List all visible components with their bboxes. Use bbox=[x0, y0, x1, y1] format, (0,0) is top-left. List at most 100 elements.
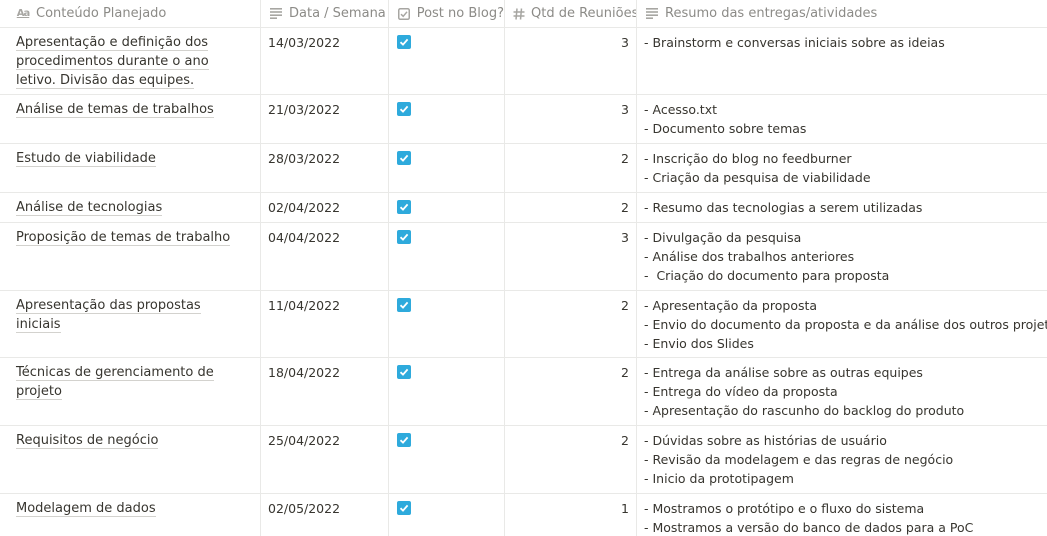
resumo-line: - Documento sobre temas bbox=[644, 121, 807, 136]
cell-data[interactable]: 11/04/2022 bbox=[260, 291, 388, 357]
cell-post-no-blog bbox=[388, 144, 504, 192]
checkbox-checked-icon[interactable] bbox=[397, 230, 411, 244]
resumo-line: - Apresentação da proposta bbox=[644, 298, 818, 313]
table-row[interactable]: Apresentação e definição dos procediment… bbox=[0, 28, 1047, 95]
cell-qtd-reunioes[interactable]: 2 bbox=[504, 358, 636, 425]
row-title-link[interactable]: Requisitos de negócio bbox=[16, 433, 159, 449]
table-row[interactable]: Técnicas de gerenciamento de projeto 18/0… bbox=[0, 358, 1047, 426]
resumo-line: - Mostramos a versão do banco de dados p… bbox=[644, 520, 974, 535]
checkbox-checked-icon[interactable] bbox=[397, 365, 411, 379]
checkbox-checked-icon[interactable] bbox=[397, 102, 411, 116]
column-header-conteudo[interactable]: Aa Conteúdo Planejado bbox=[0, 0, 260, 27]
cell-qtd-reunioes[interactable]: 2 bbox=[504, 193, 636, 222]
cell-qtd-reunioes[interactable]: 2 bbox=[504, 291, 636, 357]
cell-post-no-blog bbox=[388, 193, 504, 222]
resumo-line: - Dúvidas sobre as histórias de usuário bbox=[644, 433, 887, 448]
resumo-line: - Entrega da análise sobre as outras equ… bbox=[644, 365, 923, 380]
row-title-link[interactable]: Apresentação das propostas iniciais bbox=[16, 298, 201, 333]
text-lines-icon bbox=[645, 7, 659, 21]
resumo-line: - Entrega do vídeo da proposta bbox=[644, 384, 838, 399]
cell-conteudo[interactable]: Técnicas de gerenciamento de projeto bbox=[0, 358, 260, 425]
table-row[interactable]: Apresentação das propostas iniciais 11/04… bbox=[0, 291, 1047, 358]
column-header-label: Data / Semana bbox=[289, 6, 386, 21]
row-title-link[interactable]: Apresentação e definição dos procediment… bbox=[16, 35, 209, 89]
column-header-label: Post no Blog? bbox=[416, 6, 504, 21]
cell-qtd-reunioes[interactable]: 2 bbox=[504, 144, 636, 192]
cell-data[interactable]: 28/03/2022 bbox=[260, 144, 388, 192]
table-row[interactable]: Análise de tecnologias 02/04/2022 2 - Resum… bbox=[0, 193, 1047, 223]
row-title-link[interactable]: Proposição de temas de trabalho bbox=[16, 230, 231, 246]
cell-conteudo[interactable]: Análise de temas de trabalhos bbox=[0, 95, 260, 143]
cell-resumo[interactable]: - Divulgação da pesquisa - Análise dos tr… bbox=[636, 223, 1047, 290]
column-header-blog[interactable]: Post no Blog? bbox=[388, 0, 504, 27]
cell-data[interactable]: 18/04/2022 bbox=[260, 358, 388, 425]
resumo-line: - Resumo das tecnologias a serem utiliza… bbox=[644, 200, 923, 215]
cell-data[interactable]: 02/05/2022 bbox=[260, 494, 388, 536]
database-table: Aa Conteúdo Planejado Data / Semana Post… bbox=[0, 0, 1047, 536]
cell-post-no-blog bbox=[388, 28, 504, 94]
checkbox-checked-icon[interactable] bbox=[397, 35, 411, 49]
row-title-link[interactable]: Análise de tecnologias bbox=[16, 200, 163, 216]
checkbox-checked-icon[interactable] bbox=[397, 200, 411, 214]
table-row[interactable]: Requisitos de negócio 25/04/2022 2- Dúvida… bbox=[0, 426, 1047, 494]
cell-qtd-reunioes[interactable]: 1 bbox=[504, 494, 636, 536]
cell-conteudo[interactable]: Estudo de viabilidade bbox=[0, 144, 260, 192]
cell-qtd-reunioes[interactable]: 3 bbox=[504, 28, 636, 94]
checkbox-checked-icon[interactable] bbox=[397, 151, 411, 165]
resumo-line: - Inicio da prototipagem bbox=[644, 471, 794, 486]
row-title-link[interactable]: Análise de temas de trabalhos bbox=[16, 102, 214, 118]
checkbox-checked-icon[interactable] bbox=[397, 433, 411, 447]
column-header-label: Resumo das entregas/atividades bbox=[665, 6, 878, 21]
cell-post-no-blog bbox=[388, 95, 504, 143]
table-row[interactable]: Proposição de temas de trabalho 04/04/202… bbox=[0, 223, 1047, 291]
cell-resumo[interactable]: - Apresentação da proposta - Envio do doc… bbox=[636, 291, 1047, 357]
cell-post-no-blog bbox=[388, 426, 504, 493]
cell-resumo[interactable]: - Inscrição do blog no feedburner - Criaç… bbox=[636, 144, 1047, 192]
resumo-line: - Envio do documento da proposta e da an… bbox=[644, 317, 1047, 332]
cell-resumo[interactable]: - Acesso.txt - Documento sobre temas bbox=[636, 95, 1047, 143]
cell-qtd-reunioes[interactable]: 3 bbox=[504, 95, 636, 143]
cell-conteudo[interactable]: Modelagem de dados bbox=[0, 494, 260, 536]
table-row[interactable]: Análise de temas de trabalhos 21/03/2022 3… bbox=[0, 95, 1047, 144]
resumo-line: - Análise dos trabalhos anteriores bbox=[644, 249, 855, 264]
cell-conteudo[interactable]: Apresentação das propostas iniciais bbox=[0, 291, 260, 357]
resumo-line: - Revisão da modelagem e das regras de n… bbox=[644, 452, 954, 467]
cell-data[interactable]: 02/04/2022 bbox=[260, 193, 388, 222]
column-header-data[interactable]: Data / Semana bbox=[260, 0, 388, 27]
cell-resumo[interactable]: - Resumo das tecnologias a serem utiliza… bbox=[636, 193, 1047, 222]
row-title-link[interactable]: Técnicas de gerenciamento de projeto bbox=[16, 365, 214, 400]
cell-conteudo[interactable]: Requisitos de negócio bbox=[0, 426, 260, 493]
cell-resumo[interactable]: - Entrega da análise sobre as outras equ… bbox=[636, 358, 1047, 425]
column-header-label: Conteúdo Planejado bbox=[36, 6, 167, 21]
checkbox-property-icon bbox=[397, 7, 411, 21]
cell-post-no-blog bbox=[388, 358, 504, 425]
row-title-link[interactable]: Modelagem de dados bbox=[16, 501, 156, 517]
cell-data[interactable]: 25/04/2022 bbox=[260, 426, 388, 493]
cell-conteudo[interactable]: Análise de tecnologias bbox=[0, 193, 260, 222]
checkbox-checked-icon[interactable] bbox=[397, 501, 411, 515]
cell-data[interactable]: 04/04/2022 bbox=[260, 223, 388, 290]
row-title-link[interactable]: Estudo de viabilidade bbox=[16, 151, 156, 167]
column-header-resumo[interactable]: Resumo das entregas/atividades bbox=[636, 0, 1047, 27]
cell-data[interactable]: 21/03/2022 bbox=[260, 95, 388, 143]
resumo-line: - Envio dos Slides bbox=[644, 336, 754, 351]
table-header: Aa Conteúdo Planejado Data / Semana Post… bbox=[0, 0, 1047, 28]
cell-resumo[interactable]: - Brainstorm e conversas iniciais sobre … bbox=[636, 28, 1047, 94]
table-row[interactable]: Modelagem de dados 02/05/2022 1 - Mostramos… bbox=[0, 494, 1047, 536]
resumo-line: - Acesso.txt bbox=[644, 102, 718, 117]
resumo-line: - Divulgação da pesquisa bbox=[644, 230, 802, 245]
cell-resumo[interactable]: - Dúvidas sobre as histórias de usuário -… bbox=[636, 426, 1047, 493]
cell-post-no-blog bbox=[388, 223, 504, 290]
table-row[interactable]: Estudo de viabilidade 28/03/2022 2- Inscri… bbox=[0, 144, 1047, 193]
cell-qtd-reunioes[interactable]: 3 bbox=[504, 223, 636, 290]
resumo-line: - Criação da pesquisa de viabilidade bbox=[644, 170, 871, 185]
cell-post-no-blog bbox=[388, 494, 504, 536]
cell-conteudo[interactable]: Proposição de temas de trabalho bbox=[0, 223, 260, 290]
column-header-qtd[interactable]: Qtd de Reuniões bbox=[504, 0, 636, 27]
cell-conteudo[interactable]: Apresentação e definição dos procediment… bbox=[0, 28, 260, 94]
resumo-line: - Mostramos o protótipo e o fluxo do sis… bbox=[644, 501, 925, 516]
checkbox-checked-icon[interactable] bbox=[397, 298, 411, 312]
cell-qtd-reunioes[interactable]: 2 bbox=[504, 426, 636, 493]
cell-resumo[interactable]: - Mostramos o protótipo e o fluxo do sis… bbox=[636, 494, 1047, 536]
cell-data[interactable]: 14/03/2022 bbox=[260, 28, 388, 94]
